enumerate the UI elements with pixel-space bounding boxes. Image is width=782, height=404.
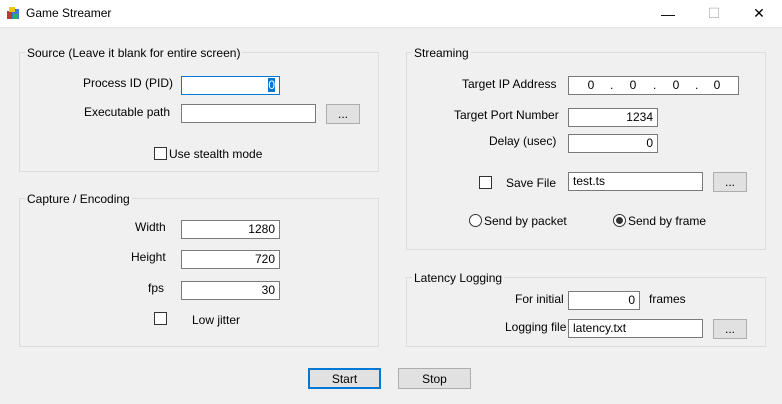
streaming-group-label: Streaming [412,46,471,60]
delay-input[interactable]: 0 [568,134,658,153]
stealth-checkbox[interactable] [154,147,167,160]
ip-dot-2: . [653,78,657,92]
minimize-button[interactable]: — [645,0,691,27]
height-label: Height [131,250,166,264]
delay-label: Delay (usec) [489,134,557,148]
ip-dot-3: . [695,78,699,92]
window-title: Game Streamer [26,6,112,20]
ip-octet-4: 0 [713,78,721,92]
low-jitter-checkbox[interactable] [154,312,167,325]
pid-value: 0 [268,78,275,92]
exe-path-input[interactable] [181,104,316,123]
send-by-frame-radio[interactable] [613,214,626,227]
latency-group-label: Latency Logging [412,271,505,285]
maximize-button[interactable]: ☐ [691,0,737,27]
low-jitter-label[interactable]: Low jitter [192,313,240,327]
fps-label: fps [148,281,165,295]
send-by-frame-label[interactable]: Send by frame [628,214,706,228]
target-port-input[interactable]: 1234 [568,108,658,127]
for-initial-input[interactable]: 0 [568,291,640,310]
target-ip-input[interactable]: 0 . 0 . 0 . 0 [568,76,739,95]
stop-button[interactable]: Stop [398,368,471,389]
send-by-packet-label[interactable]: Send by packet [484,214,567,228]
pid-label: Process ID (PID) [83,76,174,90]
width-label: Width [135,220,166,234]
app-icon [7,7,19,19]
capture-group-label: Capture / Encoding [25,192,132,206]
send-by-packet-radio[interactable] [469,214,482,227]
logging-file-label: Logging file [505,320,567,334]
target-port-label: Target Port Number [454,108,559,122]
ip-octet-1: 0 [587,78,595,92]
close-button[interactable]: ✕ [736,0,782,27]
start-button[interactable]: Start [308,368,381,389]
frames-label: frames [649,292,686,306]
logging-file-browse-button[interactable]: ... [713,319,747,339]
width-input[interactable]: 1280 [181,220,280,239]
height-input[interactable]: 720 [181,250,280,269]
ip-dot-1: . [610,78,614,92]
exe-browse-button[interactable]: ... [326,104,360,124]
pid-input[interactable]: 0 [181,76,280,95]
target-ip-label: Target IP Address [462,77,557,91]
for-initial-label: For initial [515,292,564,306]
title-bar: Game Streamer — ☐ ✕ [0,0,782,28]
save-file-input[interactable]: test.ts [568,172,703,191]
save-file-label[interactable]: Save File [506,176,556,190]
ip-octet-2: 0 [629,78,637,92]
exe-path-label: Executable path [84,105,171,119]
logging-file-input[interactable]: latency.txt [568,319,703,338]
fps-input[interactable]: 30 [181,281,280,300]
source-group-label: Source (Leave it blank for entire screen… [25,46,243,60]
stealth-label[interactable]: Use stealth mode [169,147,262,161]
ip-octet-3: 0 [672,78,680,92]
save-file-browse-button[interactable]: ... [713,172,747,192]
save-file-checkbox[interactable] [479,176,492,189]
